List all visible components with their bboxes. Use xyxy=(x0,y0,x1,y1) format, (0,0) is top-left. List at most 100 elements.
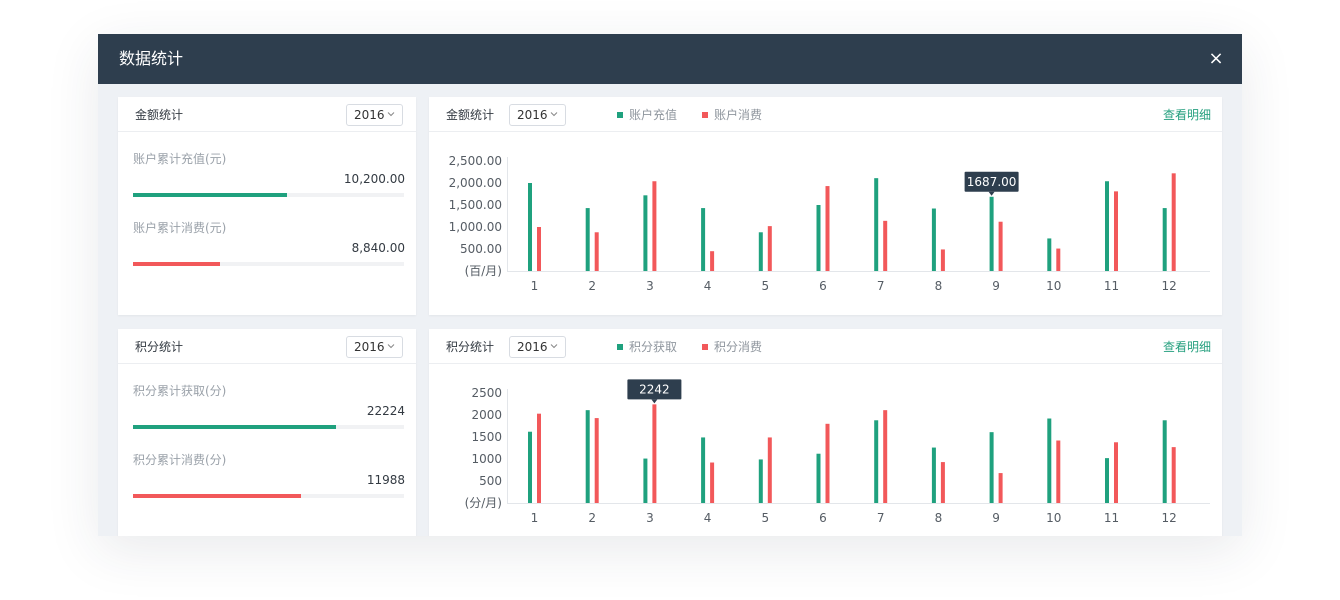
y-tick-label: 2,000.00 xyxy=(449,176,502,190)
bar-red[interactable] xyxy=(1171,447,1176,503)
bar-green[interactable] xyxy=(989,432,994,503)
bar-green[interactable] xyxy=(1162,420,1167,503)
consume-total-label: 账户累计消费(元) xyxy=(133,221,227,235)
bar-green[interactable] xyxy=(528,183,532,271)
bar-green[interactable] xyxy=(1162,208,1167,271)
bar-red[interactable] xyxy=(1114,442,1118,503)
bar-red[interactable] xyxy=(883,220,888,271)
year-select-value: 2016 xyxy=(354,340,385,354)
bar-green[interactable] xyxy=(585,410,590,503)
points-earn-track xyxy=(133,425,404,429)
bar-green[interactable] xyxy=(585,208,590,271)
bar-green[interactable] xyxy=(816,453,821,503)
x-tick-label: 9 xyxy=(992,511,1000,525)
bar-green[interactable] xyxy=(874,178,879,271)
bar-green[interactable] xyxy=(758,459,763,503)
bar-red[interactable] xyxy=(1056,248,1061,271)
y-tick-label: 1,000.00 xyxy=(449,220,502,234)
points-chart-card: 积分统计 2016 积分获取 积分消费 查看明细 500 1000 1500 2000… xyxy=(429,329,1222,536)
tooltip-value: 1687.00 xyxy=(967,175,1017,189)
bar-red[interactable] xyxy=(767,226,772,271)
card-title: 积分统计 xyxy=(135,340,184,354)
points-consume-value: 11988 xyxy=(366,473,405,487)
bar-red[interactable] xyxy=(883,410,888,503)
bar-green[interactable] xyxy=(1047,238,1052,271)
x-tick-label: 8 xyxy=(935,511,943,525)
y-unit-label: (百/月) xyxy=(465,264,502,278)
bar-green[interactable] xyxy=(989,196,994,271)
bar-red[interactable] xyxy=(710,251,715,271)
x-tick-label: 9 xyxy=(992,279,1000,293)
tooltip-arrow xyxy=(651,399,658,404)
points-consume-label: 积分累计消费(分) xyxy=(133,453,227,467)
points-consume-track xyxy=(133,494,404,498)
bar-red[interactable] xyxy=(940,249,945,271)
chart-tooltip: 2242 xyxy=(627,379,682,404)
bar-red[interactable] xyxy=(940,462,945,503)
x-tick-label: 2 xyxy=(588,279,596,293)
x-tick-label: 11 xyxy=(1104,279,1119,293)
x-tick-label: 10 xyxy=(1046,511,1061,525)
amount-chart-card: 金额统计 2016 账户充值 账户消费 查看明细 500.00 1,000.00 1… xyxy=(429,97,1222,315)
points-bar-chart: 5001000150020002500(分/月)1 2 3 4 5 6 7 8 9 10 11 122… xyxy=(465,379,1210,525)
y-tick-label: 2,500.00 xyxy=(449,154,502,168)
recharge-progress-track xyxy=(133,193,404,197)
tooltip-value: 2242 xyxy=(639,382,670,396)
bar-red[interactable] xyxy=(1056,440,1061,503)
bar-green[interactable] xyxy=(701,437,706,503)
bar-green[interactable] xyxy=(1105,458,1109,503)
recharge-total-value: 10,200.00 xyxy=(343,172,405,186)
card-title: 金额统计 xyxy=(135,108,184,122)
bar-green[interactable] xyxy=(701,208,706,271)
recharge-total-label: 账户累计充值(元) xyxy=(133,152,227,166)
bar-green[interactable] xyxy=(1105,181,1109,271)
bar-green[interactable] xyxy=(874,420,879,503)
bar-red[interactable] xyxy=(1114,191,1118,271)
points-summary-card: 积分统计 2016 积分累计获取(分) 22224 积分累计消费(分) 1198… xyxy=(118,329,416,536)
bar-green[interactable] xyxy=(643,458,648,503)
bar-green[interactable] xyxy=(816,205,821,271)
chevron-down-icon xyxy=(387,112,395,117)
bar-red[interactable] xyxy=(998,221,1003,271)
chevron-down-icon xyxy=(387,344,395,349)
bar-red[interactable] xyxy=(825,423,830,503)
bar-red[interactable] xyxy=(710,462,715,503)
bar-red[interactable] xyxy=(998,473,1003,503)
x-tick-label: 8 xyxy=(935,279,943,293)
bar-green[interactable] xyxy=(931,208,936,271)
card-header: 积分统计 2016 xyxy=(118,329,416,364)
x-tick-label: 3 xyxy=(646,279,654,293)
bar-red[interactable] xyxy=(652,181,657,271)
x-tick-label: 1 xyxy=(531,279,539,293)
bar-red[interactable] xyxy=(767,437,772,503)
bar-red[interactable] xyxy=(1171,173,1176,271)
x-tick-label: 6 xyxy=(819,511,827,525)
y-tick-label: 1500 xyxy=(471,430,502,444)
x-tick-label: 5 xyxy=(761,279,769,293)
bar-red[interactable] xyxy=(594,418,599,503)
bar-red[interactable] xyxy=(594,232,599,271)
close-icon[interactable]: × xyxy=(1208,48,1224,70)
bar-green[interactable] xyxy=(931,447,936,503)
bar-red[interactable] xyxy=(652,404,657,503)
y-tick-label: 2000 xyxy=(471,408,502,422)
x-tick-label: 7 xyxy=(877,511,885,525)
bar-red[interactable] xyxy=(537,227,541,271)
bar-red[interactable] xyxy=(537,413,541,503)
y-tick-label: 1000 xyxy=(471,452,502,466)
tooltip-arrow xyxy=(988,191,995,196)
bar-green[interactable] xyxy=(1047,418,1052,503)
bar-red[interactable] xyxy=(825,186,830,271)
bar-green[interactable] xyxy=(643,195,648,271)
modal-title: 数据统计 xyxy=(119,49,184,68)
year-select-value: 2016 xyxy=(354,108,385,122)
points-earn-value: 22224 xyxy=(366,404,405,418)
y-unit-label: (分/月) xyxy=(465,496,502,510)
year-select[interactable]: 2016 xyxy=(346,336,403,358)
year-select[interactable]: 2016 xyxy=(346,104,403,126)
y-tick-label: 2500 xyxy=(471,386,502,400)
consume-progress-track xyxy=(133,262,404,266)
bar-green[interactable] xyxy=(528,431,532,503)
bar-green[interactable] xyxy=(758,232,763,271)
recharge-progress-bar xyxy=(133,193,288,197)
